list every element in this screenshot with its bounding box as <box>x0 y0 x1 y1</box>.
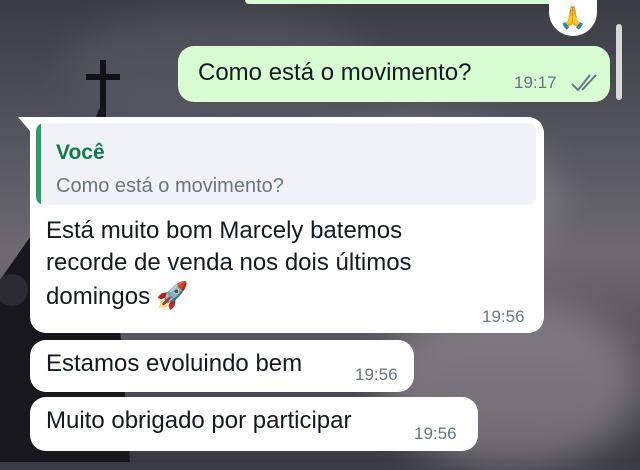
previous-message-edge <box>245 0 575 4</box>
message-time: 19:17 <box>514 73 557 92</box>
praying-hands-icon: 🙏 <box>559 5 587 30</box>
outgoing-message[interactable]: Como está o movimento? 19:17 <box>178 46 610 102</box>
double-check-icon <box>571 74 597 92</box>
message-body: Está muito bom Marcely batemos recorde d… <box>46 215 486 313</box>
message-text: Estamos evoluindo bem <box>46 350 303 377</box>
message-time: 19:56 <box>355 365 398 384</box>
quote-author: Você <box>56 141 105 164</box>
incoming-message[interactable]: Você Como está o movimento? Está muito b… <box>18 117 544 333</box>
incoming-message[interactable]: Muito obrigado por participar 19:56 <box>30 397 478 451</box>
message-reaction[interactable]: 🙏 <box>549 0 597 36</box>
bubble-tail <box>18 117 30 131</box>
message-time: 19:56 <box>414 424 457 443</box>
message-text: Como está o movimento? <box>198 59 472 86</box>
rocket-icon: 🚀 <box>156 280 189 310</box>
message-text: Está muito bom Marcely batemos recorde d… <box>46 217 412 310</box>
incoming-message[interactable]: Estamos evoluindo bem 19:56 <box>30 340 414 392</box>
quoted-message[interactable]: Você Como está o movimento? <box>36 123 536 205</box>
quote-accent-bar <box>36 123 41 205</box>
scrollbar[interactable] <box>616 24 622 100</box>
quote-text: Como está o movimento? <box>56 175 284 197</box>
message-text: Muito obrigado por participar <box>46 407 352 434</box>
message-time: 19:56 <box>482 307 525 326</box>
